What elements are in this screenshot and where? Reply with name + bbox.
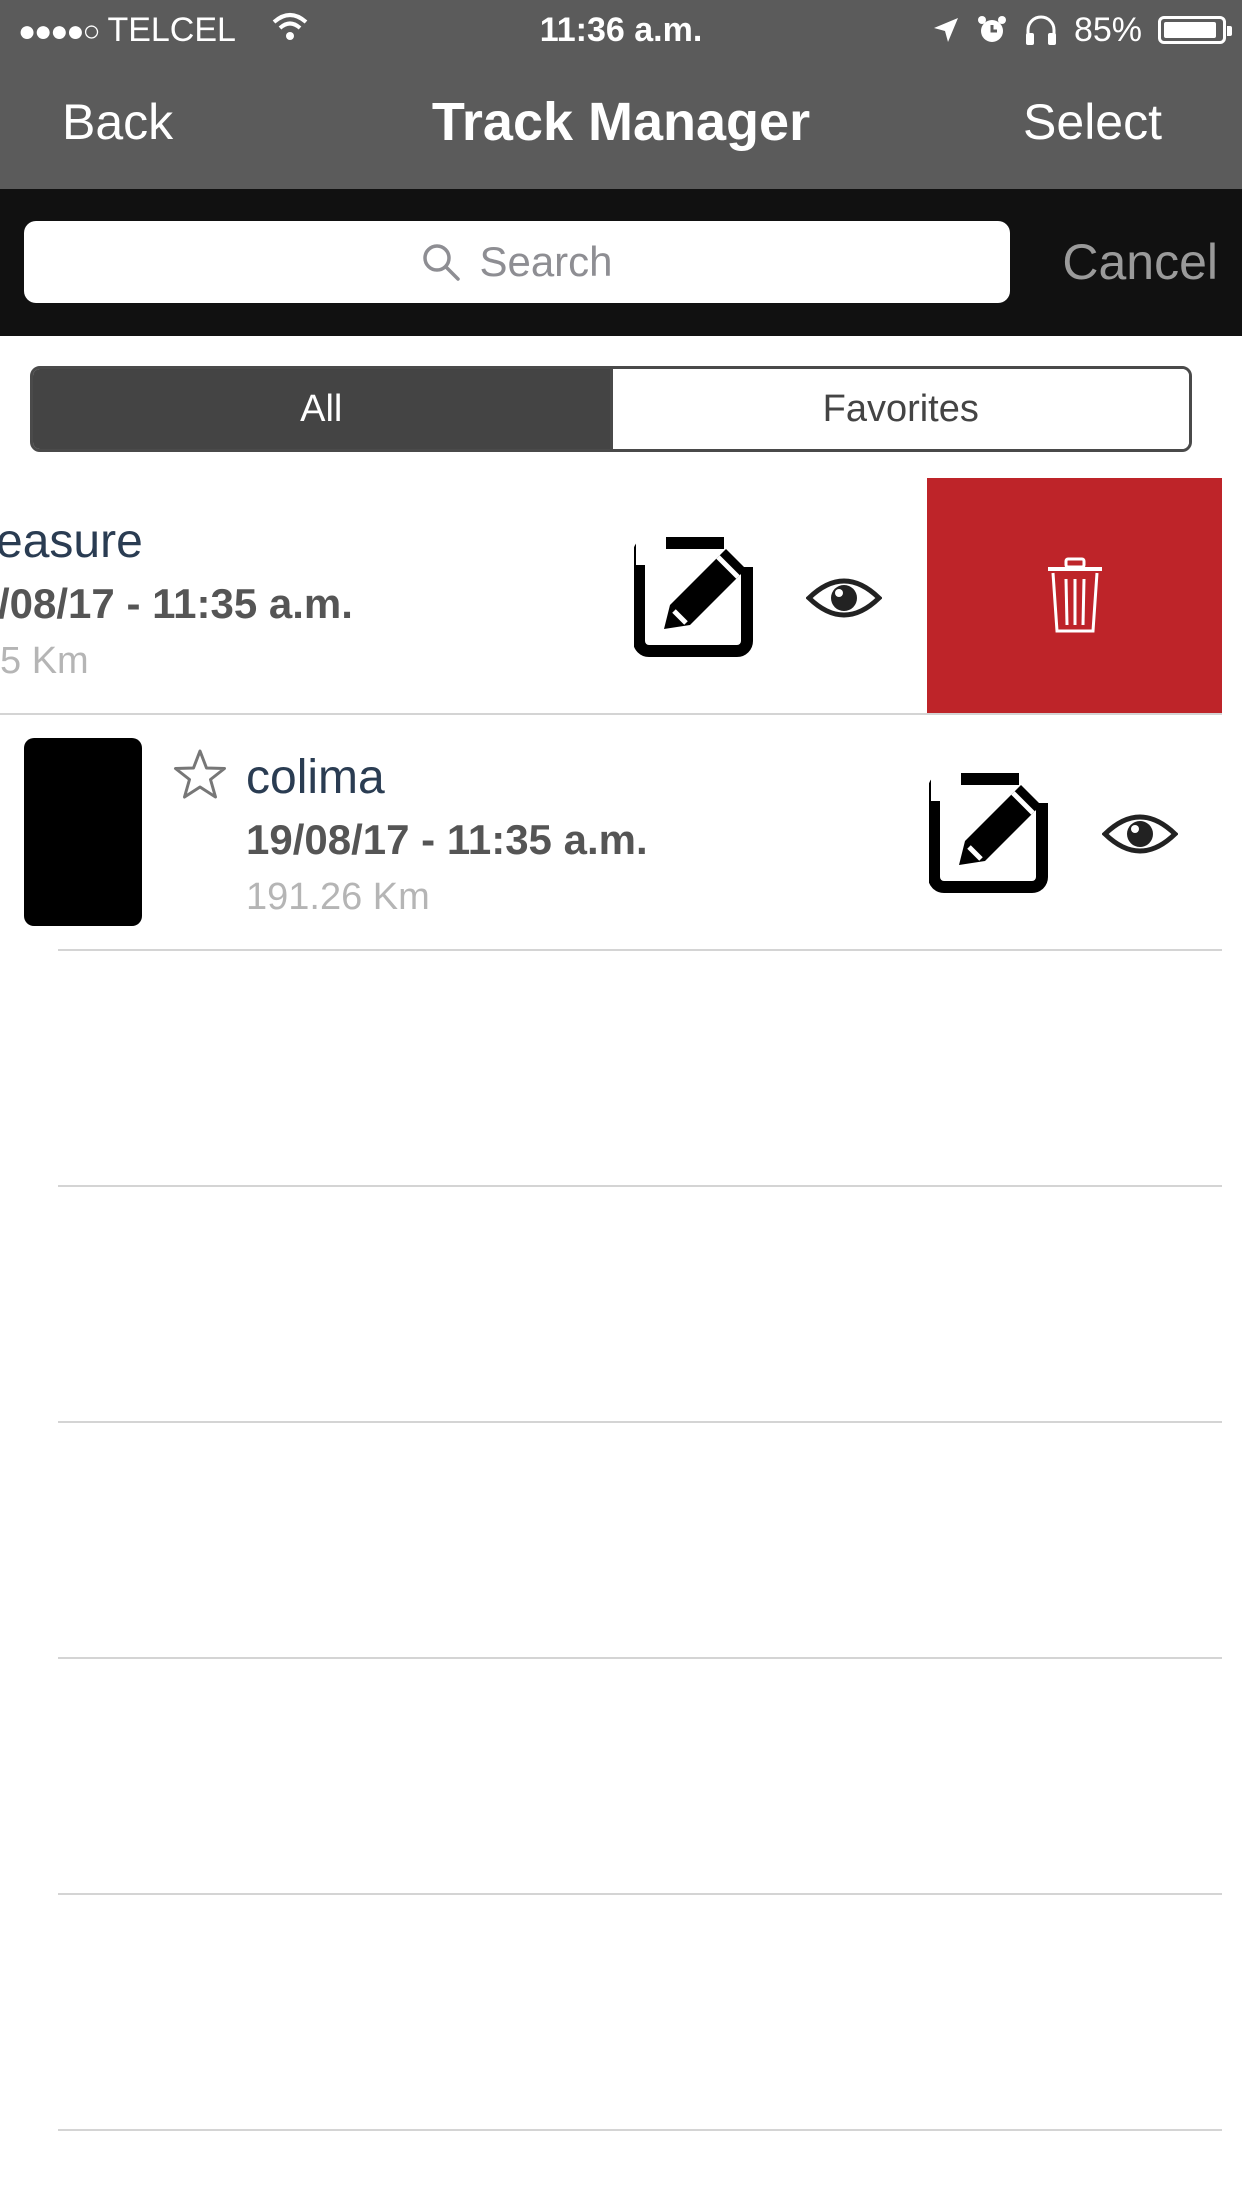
segment-favorites[interactable]: Favorites bbox=[609, 369, 1189, 449]
headphones-icon bbox=[1024, 14, 1058, 46]
battery-percent: 85% bbox=[1073, 11, 1142, 49]
search-input[interactable]: Search bbox=[24, 221, 1010, 303]
trash-icon bbox=[1046, 557, 1104, 635]
delete-button[interactable] bbox=[927, 478, 1222, 714]
eye-icon[interactable] bbox=[806, 574, 882, 622]
segmented-control: All Favorites bbox=[30, 366, 1192, 452]
battery-icon bbox=[1158, 16, 1232, 44]
search-placeholder: Search bbox=[479, 238, 613, 285]
track-date: 19/08/17 - 11:35 a.m. bbox=[246, 816, 648, 863]
location-icon bbox=[932, 16, 960, 44]
row-separator bbox=[58, 1893, 1222, 1895]
star-outline-icon[interactable] bbox=[172, 748, 228, 802]
segment-all[interactable]: All bbox=[33, 369, 610, 449]
track-name: easure bbox=[0, 515, 143, 568]
track-date: /08/17 - 11:35 a.m. bbox=[0, 580, 353, 627]
list-item[interactable]: colima 19/08/17 - 11:35 a.m. 191.26 Km bbox=[0, 714, 1222, 950]
eye-icon[interactable] bbox=[1102, 810, 1178, 858]
select-button[interactable]: Select bbox=[1023, 92, 1162, 152]
track-name: colima bbox=[246, 751, 385, 804]
row-separator bbox=[58, 1421, 1222, 1423]
track-distance: 5 Km bbox=[0, 640, 89, 682]
row-separator bbox=[58, 1185, 1222, 1187]
search-icon bbox=[421, 242, 461, 282]
alarm-icon bbox=[976, 14, 1008, 46]
track-distance: 191.26 Km bbox=[246, 876, 430, 918]
cancel-button[interactable]: Cancel bbox=[1062, 232, 1218, 292]
status-right: 85% bbox=[932, 10, 1232, 50]
edit-icon[interactable] bbox=[929, 769, 1053, 893]
row-separator bbox=[58, 949, 1222, 951]
row-separator bbox=[58, 2129, 1222, 2131]
edit-icon[interactable] bbox=[634, 533, 758, 657]
track-thumbnail bbox=[24, 738, 142, 926]
row-separator bbox=[58, 1657, 1222, 1659]
back-button[interactable]: Back bbox=[62, 92, 173, 152]
